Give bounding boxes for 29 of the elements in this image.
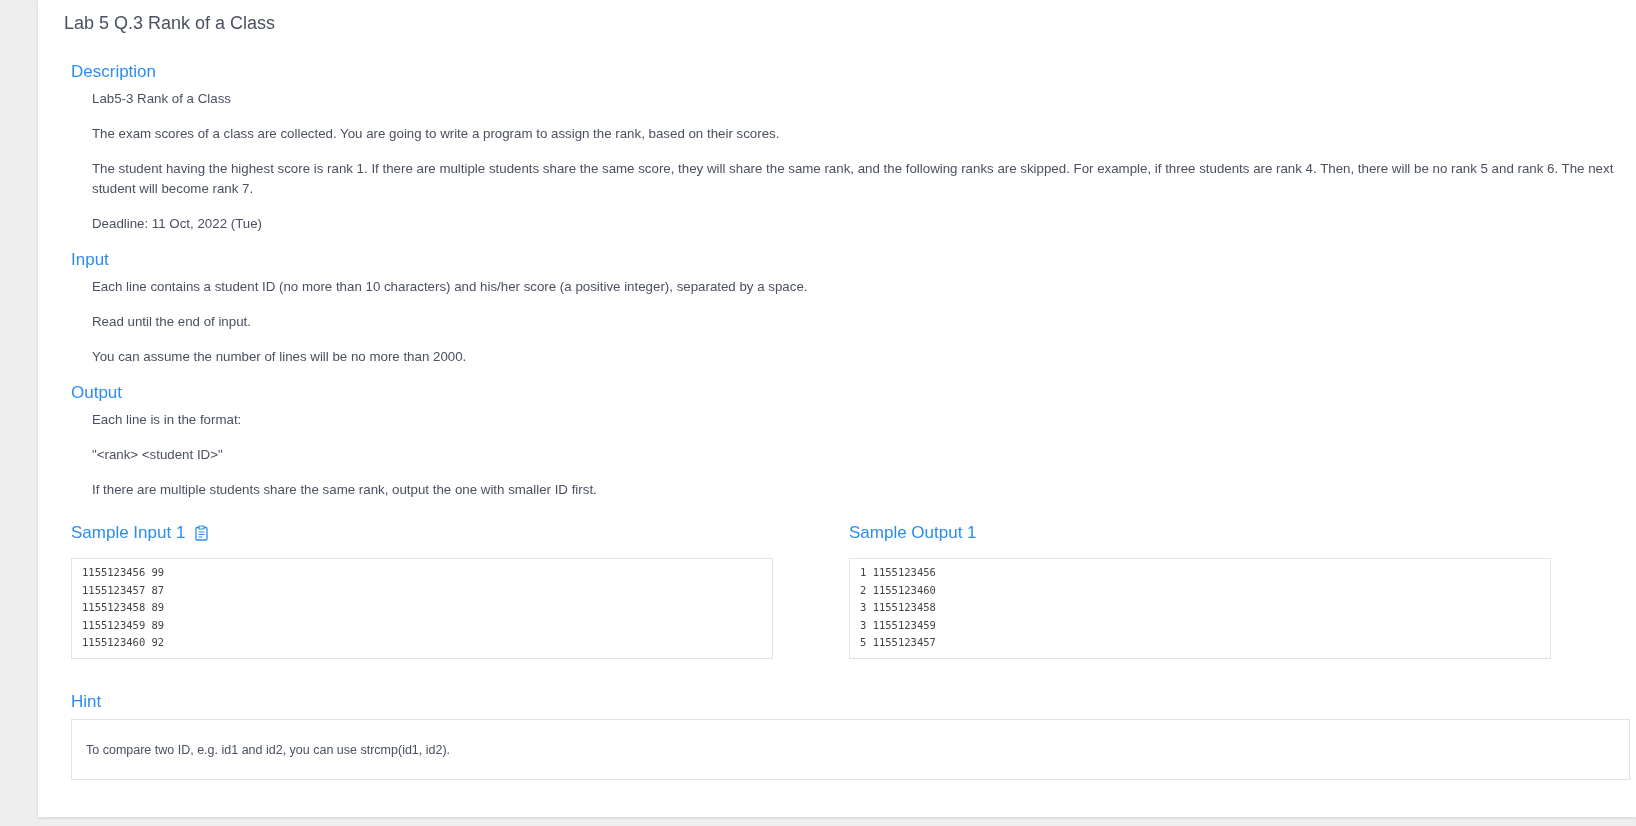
code-line: 1155123456 99 bbox=[82, 565, 165, 580]
paragraph: If there are multiple students share the same rank, output the one with smaller ID first. bbox=[92, 481, 598, 499]
clipboard-icon[interactable] bbox=[195, 525, 209, 541]
sample-heading: Sample Input 1 bbox=[71, 522, 186, 544]
code-line: 1155123458 89 bbox=[82, 600, 165, 616]
paragraph: The exam scores of a class are collected. You are going to write a program to assign the rank, based on their scores. bbox=[92, 125, 781, 143]
section-heading: Input bbox=[71, 249, 109, 271]
code-line: 1155123460 92 bbox=[82, 635, 165, 651]
code-line: 5 1155123457 bbox=[860, 635, 936, 651]
paragraph: Lab5-3 Rank of a Class bbox=[92, 90, 232, 108]
code-line: 1 1155123456 bbox=[860, 565, 936, 580]
sample-heading: Sample Output 1 bbox=[849, 522, 977, 544]
code-line: 3 1155123459 bbox=[860, 617, 936, 633]
paragraph: Each line is in the format: bbox=[92, 411, 243, 429]
paragraph: You can assume the number of lines will be no more than 2000. bbox=[92, 348, 468, 366]
paragraph: Read until the end of input. bbox=[92, 313, 252, 331]
paragraph: Each line contains a student ID (no more than 10 characters) and his/her score (a positive integer), separated by a space. bbox=[92, 278, 809, 296]
section-heading: Hint bbox=[71, 690, 102, 713]
paragraph: The student having the highest score is rank 1. If there are multiple students share the same score, they will share the same rank, and the following ranks are skipped. For example, if three students are rank 4. Then, there will be no rank 5 and rank 6. The next student will become rank 7. bbox=[92, 160, 1615, 198]
code-line: 1155123457 87 bbox=[82, 582, 165, 598]
code-line: 3 1155123458 bbox=[860, 600, 936, 616]
section-heading: Description bbox=[71, 61, 157, 83]
page-title: Lab 5 Q.3 Rank of a Class bbox=[64, 12, 277, 35]
code-line: 2 1155123460 bbox=[860, 582, 936, 598]
hint-text: To compare two ID, e.g. id1 and id2, you can use strcmp(id1, id2). bbox=[86, 742, 451, 757]
code-line: 1155123459 89 bbox=[82, 617, 165, 633]
section-heading: Output bbox=[71, 382, 123, 404]
paragraph: Deadline: 11 Oct, 2022 (Tue) bbox=[92, 215, 263, 233]
paragraph: "<rank> <student ID>" bbox=[92, 446, 224, 464]
